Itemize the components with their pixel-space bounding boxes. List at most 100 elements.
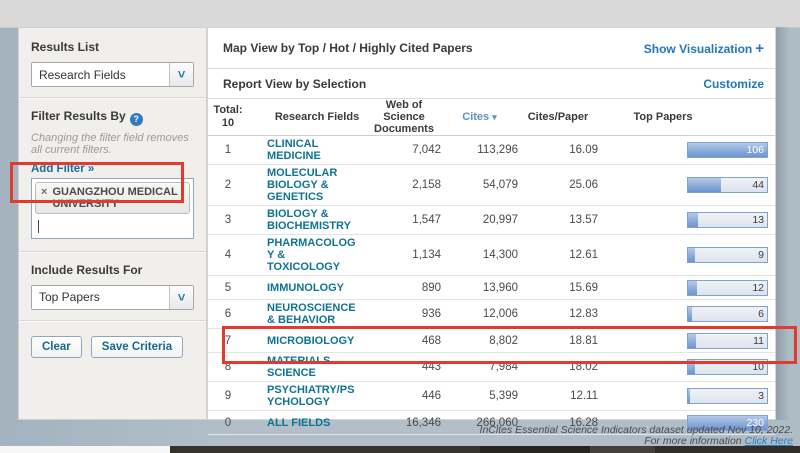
include-results-label: Include Results For: [31, 263, 194, 277]
wos-documents-value: 1,547: [367, 214, 441, 226]
bottom-strip: [0, 446, 800, 453]
wos-documents-value: 936: [367, 308, 441, 320]
filter-section: Filter Results By? Changing the filter f…: [19, 99, 206, 249]
wos-documents-value: 2,158: [367, 179, 441, 191]
top-papers-cell: 13: [687, 212, 768, 228]
clear-button[interactable]: Clear: [31, 336, 82, 358]
research-field-link[interactable]: NEUROSCIENCE & BEHAVIOR: [267, 302, 367, 326]
top-papers-bar: 12: [687, 280, 768, 296]
top-papers-value: 6: [758, 308, 764, 320]
top-papers-cell: 11: [687, 333, 768, 349]
research-field-link[interactable]: PSYCHIATRY/PS YCHOLOGY: [267, 384, 367, 408]
cites-per-paper-value: 12.61: [518, 249, 598, 261]
cites-per-paper-value: 15.69: [518, 282, 598, 294]
cites-value: 54,079: [441, 179, 518, 191]
row-rank: 2: [208, 179, 248, 191]
main-panel: Map View by Top / Hot / Highly Cited Pap…: [207, 27, 776, 420]
top-papers-bar-fill: [688, 360, 695, 374]
wos-documents-value: 468: [367, 335, 441, 347]
table-row: 1CLINICAL MEDICINE7,042113,29616.09106: [208, 136, 775, 165]
top-papers-bar: 3: [687, 388, 768, 404]
row-rank: 6: [208, 308, 248, 320]
bottom-strip-segment: [480, 446, 590, 453]
cites-value: 20,997: [441, 214, 518, 226]
research-field-link[interactable]: MATERIALS SCIENCE: [267, 355, 367, 379]
top-papers-cell: 6: [687, 306, 768, 322]
cites-per-paper-value: 18.02: [518, 361, 598, 373]
filter-tag-label: GUANGZHOU MEDICAL UNIVERSITY: [52, 186, 180, 210]
top-papers-bar: 10: [687, 359, 768, 375]
top-papers-cell: 10: [687, 359, 768, 375]
top-papers-value: 12: [752, 282, 764, 294]
sort-down-icon: ▾: [492, 112, 497, 122]
research-field-link[interactable]: PHARMACOLOG Y & TOXICOLOGY: [267, 237, 367, 273]
dataset-footer: InCites Essential Science Indicators dat…: [480, 425, 793, 447]
panel-shadow: [776, 27, 790, 420]
cites-value: 14,300: [441, 249, 518, 261]
cites-value: 13,960: [441, 282, 518, 294]
table-body: 1CLINICAL MEDICINE7,042113,29616.091062M…: [208, 136, 775, 435]
show-visualization-link[interactable]: Show Visualization+: [644, 40, 764, 57]
cites-per-paper-value: 16.09: [518, 144, 598, 156]
table-header-row: Total: 10 Research Fields Web of Science…: [208, 99, 775, 136]
top-papers-bar: 9: [687, 247, 768, 263]
filter-results-by-label: Filter Results By?: [31, 109, 194, 126]
top-papers-value: 10: [752, 361, 764, 373]
table-row: 3 BIOLOGY & BIOCHEMISTRY1,54720,99713.57 1…: [208, 206, 775, 235]
research-field-link[interactable]: IMMUNOLOGY: [267, 282, 367, 294]
research-field-link[interactable]: MICROBIOLOGY: [267, 335, 367, 347]
chevron-down-icon: ˅: [169, 63, 193, 86]
filter-input[interactable]: × GUANGZHOU MEDICAL UNIVERSITY: [31, 178, 194, 239]
results-list-dropdown[interactable]: Research Fields ˅: [31, 62, 194, 87]
wos-documents-value: 890: [367, 282, 441, 294]
filter-tag: × GUANGZHOU MEDICAL UNIVERSITY: [35, 182, 190, 214]
top-band: [0, 0, 800, 28]
include-results-dropdown[interactable]: Top Papers ˅: [31, 285, 194, 310]
include-results-selected: Top Papers: [32, 286, 169, 309]
row-rank: 9: [208, 390, 248, 402]
research-field-link[interactable]: MOLECULAR BIOLOGY & GENETICS: [267, 167, 367, 203]
cites-value: 8,802: [441, 335, 518, 347]
row-rank: 5: [208, 282, 248, 294]
research-field-link[interactable]: ALL FIELDS: [267, 417, 367, 429]
customize-link[interactable]: Customize: [703, 77, 764, 91]
row-rank: 3: [208, 214, 248, 226]
table-row: 4PHARMACOLOG Y & TOXICOLOGY1,13414,30012…: [208, 235, 775, 276]
results-list-section: Results List Research Fields ˅: [19, 28, 206, 97]
bottom-strip-segment: [655, 446, 800, 453]
research-field-link[interactable]: BIOLOGY & BIOCHEMISTRY: [267, 208, 367, 232]
add-filter-link[interactable]: Add Filter »: [31, 163, 194, 175]
column-header-wos-documents: Web of Science Documents: [367, 99, 441, 135]
plus-icon: +: [755, 40, 764, 57]
research-field-link[interactable]: CLINICAL MEDICINE: [267, 138, 367, 162]
wos-documents-value: 16,346: [367, 417, 441, 429]
cites-value: 5,399: [441, 390, 518, 402]
chevron-down-icon: ˅: [169, 286, 193, 309]
column-header-cites-sort[interactable]: Cites ▾: [441, 111, 518, 123]
top-papers-bar-fill: [688, 307, 692, 321]
include-results-section: Include Results For Top Papers ˅: [19, 253, 206, 320]
help-icon[interactable]: ?: [130, 113, 143, 126]
cites-per-paper-value: 13.57: [518, 214, 598, 226]
top-papers-bar: 106: [687, 142, 768, 158]
wos-documents-value: 1,134: [367, 249, 441, 261]
cites-per-paper-value: 12.83: [518, 308, 598, 320]
wos-documents-value: 7,042: [367, 144, 441, 156]
save-criteria-button[interactable]: Save Criteria: [91, 336, 183, 358]
cites-per-paper-value: 12.11: [518, 390, 598, 402]
top-papers-bar-fill: [688, 281, 697, 295]
top-papers-value: 3: [758, 390, 764, 402]
top-papers-bar-fill: [688, 248, 695, 262]
column-header-research-fields: Research Fields: [267, 111, 367, 123]
row-rank: 0: [208, 417, 248, 429]
cites-value: 7,984: [441, 361, 518, 373]
wos-documents-value: 443: [367, 361, 441, 373]
cites-per-paper-value: 18.81: [518, 335, 598, 347]
text-cursor: [38, 220, 39, 233]
remove-filter-icon[interactable]: ×: [41, 186, 47, 198]
top-papers-cell: 44: [687, 177, 768, 193]
row-rank: 7: [208, 335, 248, 347]
table-row: 6NEUROSCIENCE & BEHAVIOR93612,00612.836: [208, 300, 775, 329]
bottom-strip-segment: [0, 446, 170, 453]
sidebar-buttons: Clear Save Criteria: [19, 322, 206, 372]
